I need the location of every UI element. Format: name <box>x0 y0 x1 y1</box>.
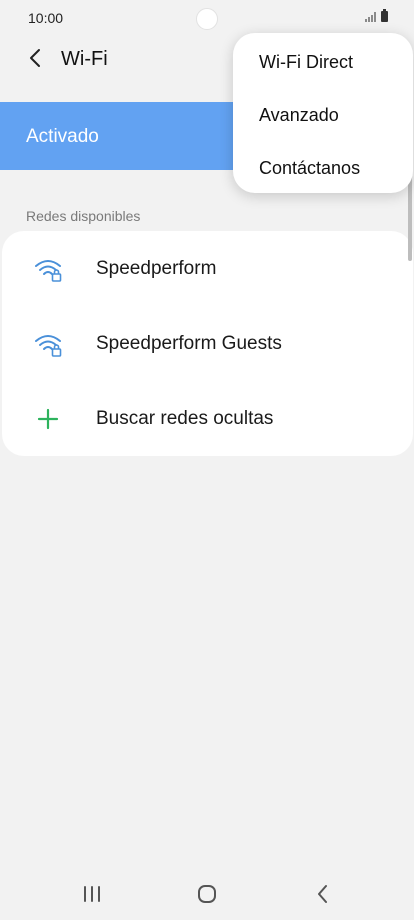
home-button[interactable] <box>192 880 222 908</box>
recents-button[interactable] <box>77 880 107 908</box>
section-header-available-networks: Redes disponibles <box>26 208 141 224</box>
chevron-left-icon <box>30 49 40 67</box>
network-item-speedperform-guests[interactable]: Speedperform Guests <box>2 306 413 381</box>
status-bar: 10:00 <box>0 0 414 36</box>
wifi-lock-icon <box>35 260 62 282</box>
battery-icon <box>381 9 388 22</box>
menu-item-label: Avanzado <box>259 105 339 125</box>
nav-back-button[interactable] <box>308 880 338 908</box>
page-title: Wi-Fi <box>61 48 108 70</box>
menu-item-label: Contáctanos <box>259 158 361 178</box>
menu-item-label: Wi-Fi Direct <box>259 52 353 72</box>
signal-icon <box>365 12 376 22</box>
add-hidden-network-label: Buscar redes ocultas <box>96 408 274 429</box>
menu-item-wifi-direct[interactable]: Wi-Fi Direct <box>233 35 413 88</box>
overflow-menu: Wi-Fi Direct Avanzado Contáctanos <box>233 33 413 193</box>
network-name: Speedperform <box>96 258 217 279</box>
navigation-bar <box>0 870 414 918</box>
network-list: Speedperform Speedperform Guests Buscar … <box>2 231 413 456</box>
back-icon <box>318 885 327 903</box>
status-time: 10:00 <box>28 10 64 26</box>
wifi-lock-icon <box>35 335 62 357</box>
network-name: Speedperform Guests <box>96 333 282 354</box>
network-item-speedperform[interactable]: Speedperform <box>2 231 413 306</box>
back-button[interactable] <box>24 46 48 70</box>
camera-cutout <box>196 8 218 30</box>
add-hidden-network-item[interactable]: Buscar redes ocultas <box>2 381 413 456</box>
plus-icon <box>37 408 59 430</box>
home-icon <box>198 885 216 903</box>
menu-item-advanced[interactable]: Avanzado <box>233 88 413 141</box>
menu-item-contact-us[interactable]: Contáctanos <box>233 141 413 194</box>
recents-icon <box>84 886 100 902</box>
status-icons <box>365 9 388 22</box>
wifi-switch-label: Activado <box>26 126 99 147</box>
